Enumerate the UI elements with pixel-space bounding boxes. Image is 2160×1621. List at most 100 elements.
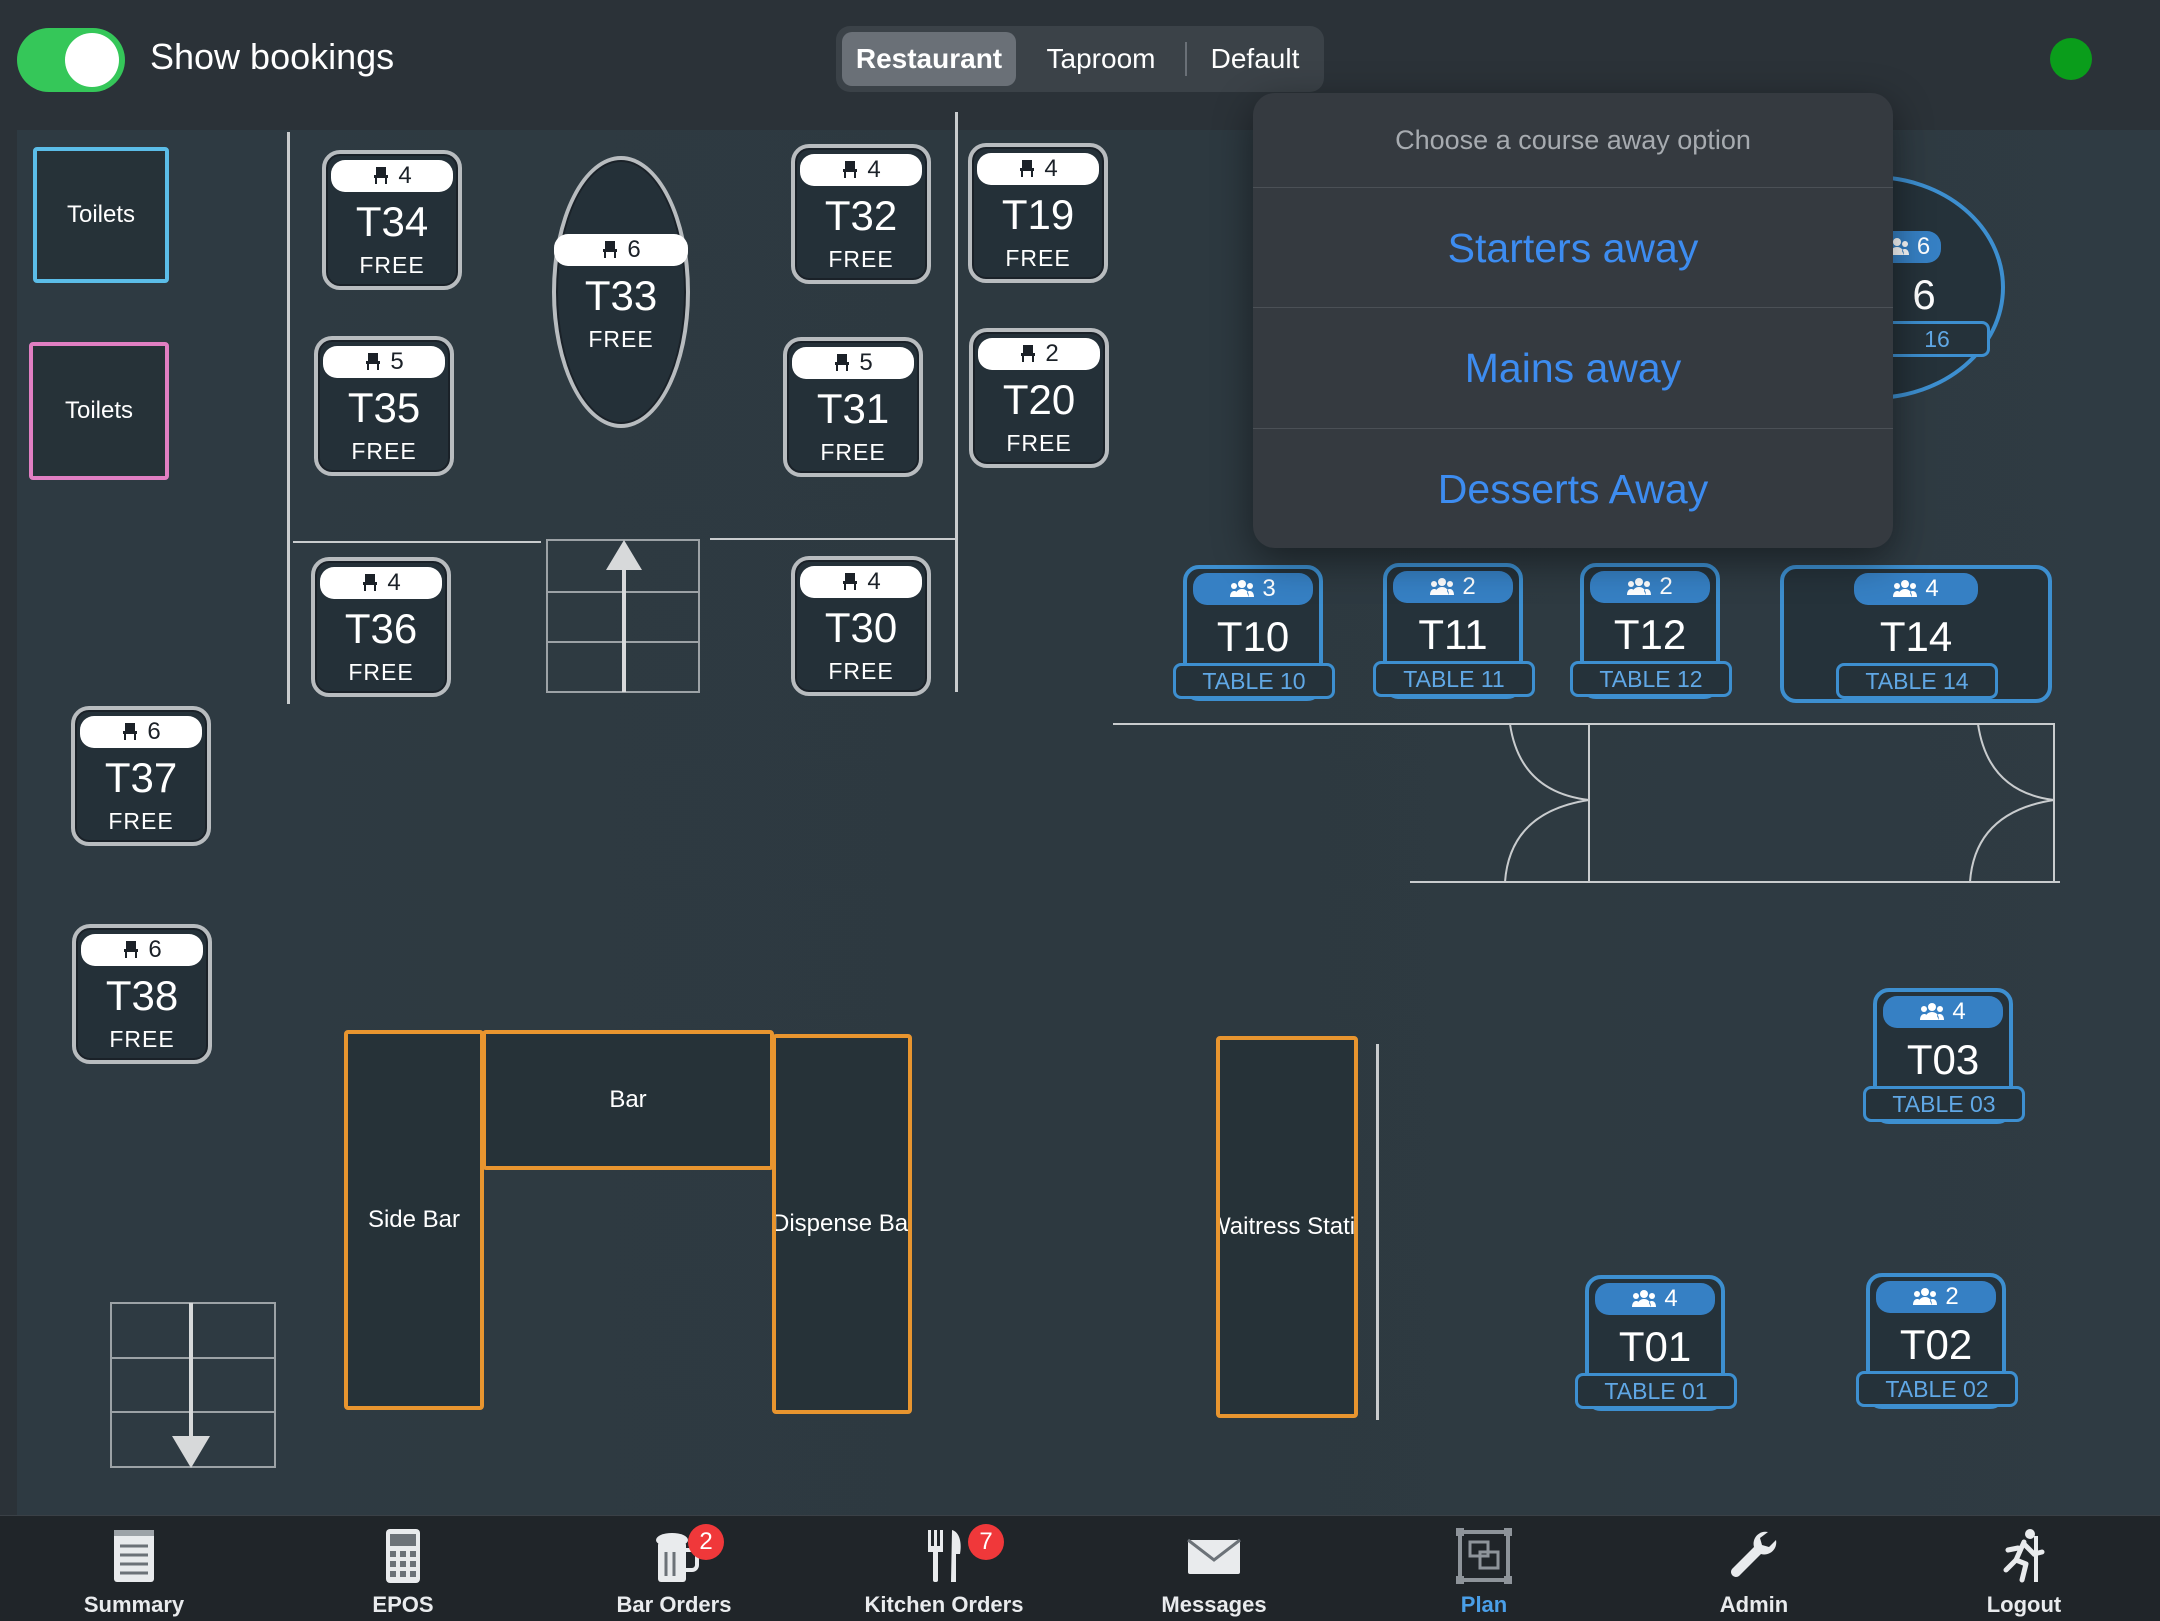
table-name: T37 (104, 754, 178, 801)
table-t32[interactable]: 4 T32 FREE (791, 144, 931, 284)
tab-epos[interactable]: EPOS (303, 1516, 503, 1621)
tab-logout[interactable]: Logout (1924, 1516, 2124, 1621)
table-status: FREE (109, 1026, 175, 1052)
table-name: 6 (1912, 271, 1936, 318)
table-status: FREE (348, 659, 414, 685)
kitchen-orders-badge: 7 (968, 1524, 1004, 1560)
table-t20[interactable]: 2 T20 FREE (969, 328, 1109, 468)
chair-icon (124, 941, 139, 958)
side-bar-zone[interactable]: Side Bar (344, 1030, 484, 1410)
tab-kitchen-orders[interactable]: 7 Kitchen Orders (844, 1516, 1044, 1621)
popover-title: Choose a course away option (1395, 125, 1751, 155)
show-bookings-toggle[interactable] (17, 28, 125, 92)
table-t03[interactable]: 4 T03 TABLE 03 (1863, 988, 2025, 1124)
table-t01[interactable]: 4 T01 TABLE 01 (1575, 1275, 1737, 1411)
tab-summary[interactable]: Summary (34, 1516, 234, 1621)
wall (710, 538, 955, 540)
side-bar-label: Side Bar (367, 1206, 461, 1233)
table-t12[interactable]: 2 T12 TABLE 12 (1570, 563, 1732, 699)
table-t02[interactable]: 2 T02 TABLE 02 (1856, 1273, 2018, 1409)
starters-away-option[interactable]: Starters away (1253, 187, 1893, 308)
table-t30[interactable]: 4 T30 FREE (791, 556, 931, 696)
bar-zone[interactable]: Bar (482, 1030, 774, 1170)
table-t14[interactable]: 4 T14 TABLE 14 (1780, 565, 2052, 703)
table-t37[interactable]: 6 T37 FREE (71, 706, 211, 846)
table-label: TABLE 01 (1575, 1373, 1737, 1409)
people-icon (1627, 578, 1652, 595)
tab-label: Kitchen Orders (864, 1592, 1024, 1617)
chair-icon (374, 167, 389, 184)
wall (955, 112, 958, 692)
table-name: T32 (824, 192, 898, 239)
running-person-icon (2003, 1529, 2045, 1583)
table-status: FREE (820, 439, 886, 465)
table-t38[interactable]: 6 T38 FREE (72, 924, 212, 1064)
table-t33[interactable]: 6 T33 FREE (552, 156, 690, 428)
table-t11[interactable]: 2 T11 TABLE 11 (1373, 563, 1535, 699)
table-name: T38 (105, 972, 179, 1019)
cover-count: 2 (1393, 571, 1513, 603)
table-status: FREE (588, 326, 654, 352)
people-icon (1893, 580, 1918, 597)
table-name: T02 (1899, 1321, 1973, 1368)
seat-count: 6 (80, 716, 202, 748)
tab-admin[interactable]: Admin (1654, 1516, 1854, 1621)
tab-bar-orders[interactable]: 2 Bar Orders (574, 1516, 774, 1621)
table-t34[interactable]: 4 T34 FREE (322, 150, 462, 290)
table-t19[interactable]: 4 T19 FREE (968, 143, 1108, 283)
segment-restaurant[interactable]: Restaurant (842, 32, 1016, 86)
table-name: T12 (1613, 611, 1687, 658)
tab-messages[interactable]: Messages (1114, 1516, 1314, 1621)
table-status: FREE (351, 438, 417, 464)
people-icon (1913, 1288, 1938, 1305)
table-status: FREE (1005, 245, 1071, 271)
mains-away-option[interactable]: Mains away (1253, 307, 1893, 428)
table-name: T11 (1418, 611, 1488, 658)
table-name: T36 (344, 605, 418, 652)
tab-label: Admin (1719, 1592, 1789, 1617)
table-t31[interactable]: 5 T31 FREE (783, 337, 923, 477)
dispense-bar-label: Dispense Bar (772, 1210, 912, 1237)
bottom-tab-bar: Summary EPOS 2 Bar Orders 7 Kitchen Orde… (0, 1515, 2160, 1621)
cover-count: 4 (1595, 1283, 1715, 1315)
tab-label: Plan (1460, 1592, 1508, 1617)
table-label: TABLE 03 (1863, 1086, 2025, 1122)
course-away-popover: Choose a course away option Starters awa… (1253, 93, 1893, 548)
table-t35[interactable]: 5 T35 FREE (314, 336, 454, 476)
table-name: T03 (1906, 1036, 1980, 1083)
table-t36[interactable]: 4 T36 FREE (311, 557, 451, 697)
connection-status-indicator (2050, 38, 2092, 80)
envelope-icon (1187, 1538, 1241, 1574)
seat-count: 6 (554, 234, 688, 266)
tab-plan[interactable]: Plan (1384, 1516, 1584, 1621)
dispense-bar-zone[interactable]: Dispense Bar (772, 1034, 912, 1414)
wall (1376, 1044, 1379, 1420)
stairs-down (110, 1302, 276, 1468)
toilets-room-blue[interactable]: Toilets (33, 147, 169, 283)
table-name: T34 (355, 198, 429, 245)
people-icon (1430, 578, 1455, 595)
chair-icon (843, 161, 858, 178)
chair-icon (1020, 160, 1035, 177)
seat-count: 4 (977, 153, 1099, 185)
table-name: T01 (1618, 1323, 1692, 1370)
bar-orders-badge: 2 (688, 1524, 724, 1560)
table-name: T10 (1216, 613, 1290, 660)
tab-label: Summary (83, 1592, 185, 1617)
segment-default[interactable]: Default (1192, 32, 1318, 86)
table-status: FREE (359, 252, 425, 278)
table-label: 16 (1884, 321, 1990, 357)
chair-icon (603, 241, 618, 258)
segment-taproom[interactable]: Taproom (1026, 32, 1176, 86)
chair-icon (1021, 345, 1036, 362)
cover-count: 4 (1883, 996, 2003, 1028)
toilets-label: Toilets (66, 201, 136, 228)
desserts-away-option[interactable]: Desserts Away (1253, 428, 1893, 548)
seat-count: 5 (323, 346, 445, 378)
tab-label: Messages (1161, 1592, 1267, 1617)
notepad-icon (114, 1530, 154, 1582)
toilets-room-pink[interactable]: Toilets (29, 342, 169, 480)
waitress-station-zone[interactable]: Waitress Station (1216, 1036, 1358, 1418)
seat-count: 4 (800, 566, 922, 598)
table-t10[interactable]: 3 T10 TABLE 10 (1173, 565, 1335, 701)
